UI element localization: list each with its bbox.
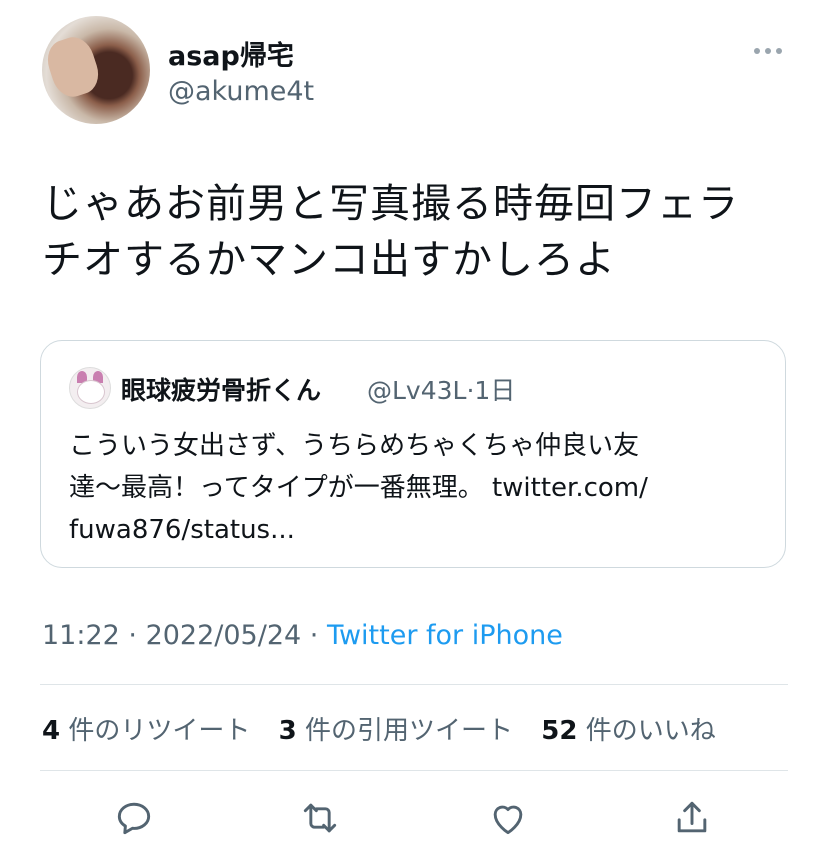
meta-separator: ·: [301, 620, 327, 651]
meta-separator: ·: [119, 620, 146, 651]
likes-stat[interactable]: 52 件のいいね: [541, 716, 715, 746]
retweets-count: 4: [42, 716, 61, 746]
retweets-stat[interactable]: 4 件のリツイート: [42, 716, 250, 746]
quoted-tweet-card[interactable]: 眼球疲労骨折くん @Lv43L·1日 こういう女出さず、うちらめちゃくちゃ仲良い…: [40, 340, 786, 568]
tweet-source-link[interactable]: Twitter for iPhone: [327, 620, 563, 651]
likes-count: 52: [541, 716, 578, 746]
retweet-icon[interactable]: [298, 796, 342, 840]
quoted-handle: @Lv43L: [367, 376, 467, 405]
divider: [40, 770, 788, 771]
engagement-stats: 4 件のリツイート 3 件の引用ツイート 52 件のいいね: [42, 710, 736, 747]
tweet-date[interactable]: 2022/05/24: [146, 620, 302, 651]
quotes-stat[interactable]: 3 件の引用ツイート: [279, 716, 513, 746]
action-bar: [0, 796, 828, 840]
quoted-time: 1日: [474, 376, 516, 405]
user-handle[interactable]: @akume4t: [168, 76, 314, 107]
tweet-text-line: チオするかマンコ出すかしろよ: [42, 237, 616, 283]
quotes-count: 3: [278, 716, 297, 746]
user-avatar[interactable]: [42, 16, 150, 124]
quoted-user-avatar: [69, 367, 111, 409]
quoted-text: こういう女出さず、うちらめちゃくちゃ仲良い友 達〜最高！ってタイプが一番無理。 …: [69, 425, 769, 551]
quoted-text-line: fuwa876/status...: [69, 515, 295, 545]
share-icon[interactable]: [670, 796, 714, 840]
more-icon[interactable]: [754, 44, 788, 58]
divider: [40, 684, 788, 685]
quotes-label: 件の引用ツイート: [305, 716, 514, 746]
likes-label: 件のいいね: [585, 716, 716, 746]
reply-icon[interactable]: [112, 796, 156, 840]
quoted-display-name: 眼球疲労骨折くん: [121, 376, 322, 405]
retweets-label: 件のリツイート: [68, 716, 251, 746]
tweet-timestamp: 11:22 · 2022/05/24 · Twitter for iPhone: [42, 620, 563, 651]
heart-icon[interactable]: [486, 796, 530, 840]
display-name[interactable]: asap帰宅: [168, 34, 294, 73]
tweet-text: じゃあお前男と写真撮る時毎回フェラ チオするかマンコ出すかしろよ: [42, 176, 792, 288]
quoted-text-line: こういう女出さず、うちらめちゃくちゃ仲良い友: [69, 431, 640, 461]
tweet-time[interactable]: 11:22: [42, 620, 120, 651]
quoted-text-line: 達〜最高！ってタイプが一番無理。 twitter.com/: [69, 473, 648, 503]
tweet-text-line: じゃあお前男と写真撮る時毎回フェラ: [42, 181, 739, 227]
quoted-meta: @Lv43L·1日: [367, 371, 515, 407]
